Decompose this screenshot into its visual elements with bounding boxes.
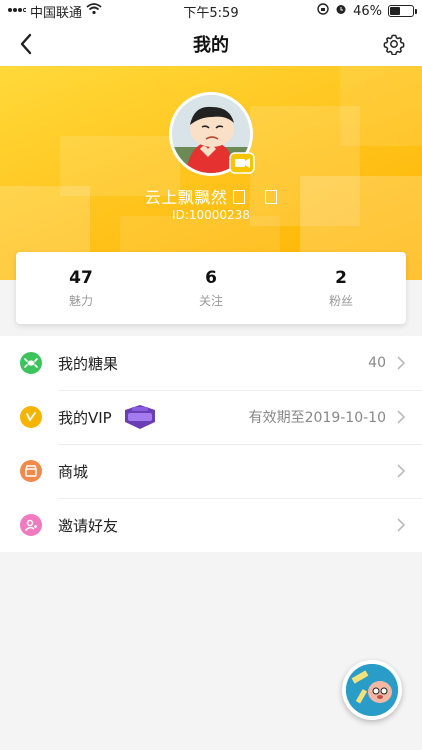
menu-item-label: 我的VIP — [58, 408, 112, 427]
edit-avatar-icon[interactable] — [229, 152, 255, 174]
back-button[interactable] — [12, 30, 40, 58]
nickname-row: 云上飘飘然 — [0, 184, 422, 208]
menu-item-label: 我的糖果 — [58, 354, 119, 373]
battery-icon — [388, 5, 417, 17]
status-bar: 中国联通 下午5:59 46% — [0, 0, 422, 22]
settings-button[interactable] — [380, 30, 408, 58]
wifi-icon — [86, 3, 102, 19]
battery-percent: 46% — [353, 3, 382, 19]
menu-item-label: 商城 — [58, 462, 89, 481]
stat-following[interactable]: 6 关注 — [146, 252, 276, 324]
stat-fans[interactable]: 2 粉丝 — [276, 252, 406, 324]
stat-charm[interactable]: 47 魅力 — [16, 252, 146, 324]
chevron-right-icon — [397, 518, 406, 532]
menu-item-label: 邀请好友 — [58, 516, 119, 535]
stat-label: 粉丝 — [328, 293, 353, 308]
menu-item-invite[interactable]: 邀请好友 — [0, 498, 422, 552]
menu-list: 我的糖果 40 我的VIP 有效期至2019-10-10 商城 邀请好友 — [0, 336, 422, 552]
stats-card: 47 魅力 6 关注 2 粉丝 — [16, 252, 406, 324]
invite-friend-icon — [20, 514, 42, 536]
stat-label: 魅力 — [68, 293, 93, 308]
profile-header: 云上飘飘然 ID:10000238 — [0, 66, 422, 280]
menu-item-shop[interactable]: 商城 — [0, 444, 422, 498]
stat-label: 关注 — [198, 293, 223, 308]
gear-icon — [383, 34, 405, 55]
vip-icon — [20, 406, 42, 428]
shop-icon — [20, 460, 42, 482]
stat-value: 6 — [205, 267, 217, 288]
stat-value: 2 — [335, 267, 347, 288]
floating-sticker-button[interactable] — [342, 660, 402, 720]
alarm-icon — [335, 3, 347, 19]
chevron-left-icon — [20, 33, 32, 55]
user-id: ID:10000238 — [172, 208, 250, 222]
menu-item-value: 40 — [368, 355, 386, 371]
menu-item-vip[interactable]: 我的VIP 有效期至2019-10-10 — [0, 390, 422, 444]
sticker-icon — [346, 664, 398, 716]
page-title: 我的 — [193, 35, 229, 56]
candy-icon — [20, 352, 42, 374]
stat-value: 47 — [69, 267, 93, 288]
navigation-bar: 我的 — [0, 22, 422, 66]
menu-item-value: 有效期至2019-10-10 — [248, 410, 386, 426]
chevron-right-icon — [397, 464, 406, 478]
carrier-label: 中国联通 — [30, 5, 83, 21]
signal-icon — [8, 4, 28, 19]
level-icon — [265, 190, 278, 204]
rotation-lock-icon — [317, 3, 329, 19]
gender-icon — [233, 190, 246, 204]
nickname: 云上飘飘然 — [144, 188, 228, 207]
vip-badge-icon — [124, 405, 155, 429]
chevron-right-icon — [397, 356, 406, 370]
menu-item-candy[interactable]: 我的糖果 40 — [0, 336, 422, 390]
chevron-right-icon — [397, 410, 406, 424]
